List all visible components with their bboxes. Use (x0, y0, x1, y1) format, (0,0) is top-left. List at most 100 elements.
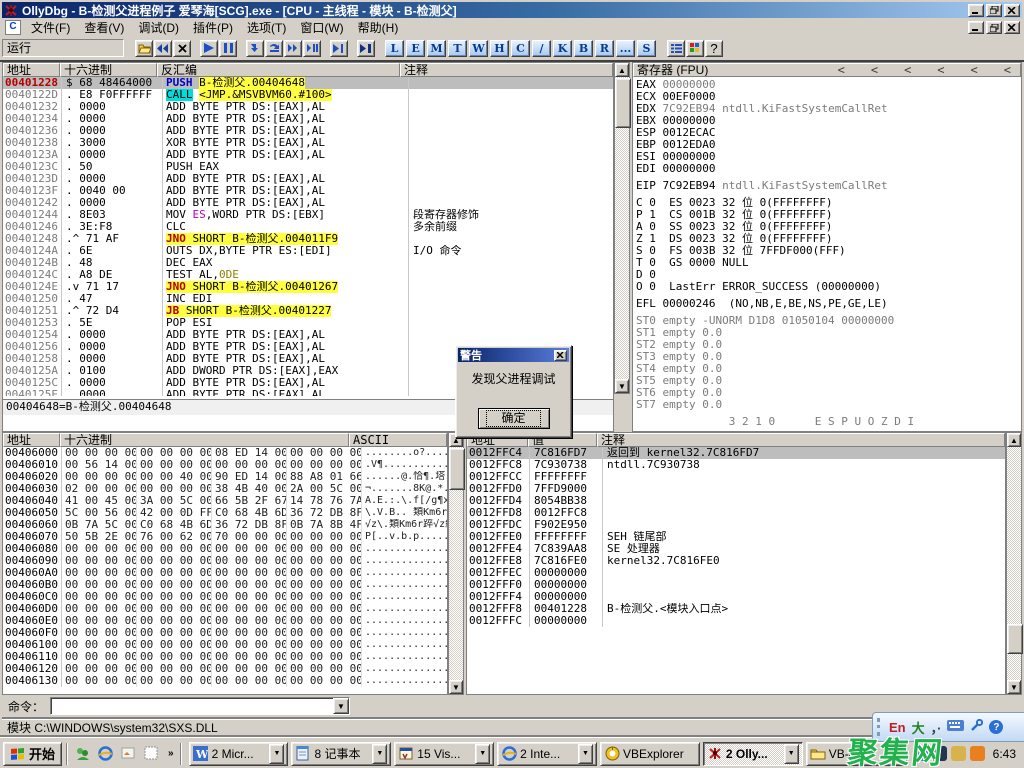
messenger-icon[interactable] (74, 745, 91, 762)
cpu-child-icon[interactable]: C (5, 20, 21, 35)
stack-col-comment[interactable]: 注释 (597, 433, 1005, 447)
disasm-row[interactable]: 00401238. 3000XOR BYTE PTR DS:[EAX],AL (3, 137, 613, 149)
stack-row[interactable]: 0012FFC87C930738ntdll.7C930738 (467, 459, 1005, 471)
taskbar-task-ollydbg-icon[interactable]: 2 Olly...▼ (703, 742, 803, 766)
dump-row[interactable]: 0040607050 5B 2E 0076 00 62 0070 00 00 0… (3, 531, 447, 543)
stack-row[interactable]: 0012FFD80012FFC8 (467, 507, 1005, 519)
disasm-row[interactable]: 0040124E.v 71 17JNO SHORT B-检测父.00401267 (3, 281, 613, 293)
scroll-up-icon[interactable]: ▲ (1007, 433, 1021, 447)
dump-row[interactable]: 0040600000 00 00 0000 00 00 0008 ED 14 0… (3, 447, 447, 459)
menu-item[interactable]: 窗口(W) (293, 20, 350, 36)
disasm-col-asm[interactable]: 反汇编 (157, 63, 400, 77)
stack-row[interactable]: 0012FFF400000000 (467, 591, 1005, 603)
dump-row[interactable]: 004060505C 00 56 0042 00 0D FFC0 68 4B 6… (3, 507, 447, 519)
chevron-down-icon[interactable]: ▼ (333, 698, 349, 714)
stack-row[interactable]: 0012FFE47C839AA8SE 处理器 (467, 543, 1005, 555)
dump-row[interactable]: 0040610000 00 00 0000 00 00 0000 00 00 0… (3, 639, 447, 651)
disasm-row[interactable]: 00401242. 0000ADD BYTE PTR DS:[EAX],AL (3, 197, 613, 209)
animate-into-button[interactable] (284, 40, 302, 57)
open-file-button[interactable] (135, 40, 153, 57)
animate-over-button[interactable] (303, 40, 321, 57)
dump-row[interactable]: 0040612000 00 00 0000 00 00 0000 00 00 0… (3, 663, 447, 675)
stack-row[interactable]: 0012FFD48054BB38 (467, 495, 1005, 507)
window-button-W[interactable]: W (469, 40, 488, 57)
dialog-close-icon[interactable] (554, 350, 567, 361)
window-button-trace[interactable]: ... (616, 40, 635, 57)
dialog-title-bar[interactable]: 警告 (458, 348, 569, 362)
dump-row[interactable]: 0040613000 00 00 0000 00 00 0000 00 00 0… (3, 675, 447, 687)
punctuation-toggle[interactable]: ，· (931, 718, 942, 737)
help-icon[interactable]: ? (989, 720, 1003, 734)
taskbar-task-vbexplorer-icon[interactable]: VBExplorer (600, 742, 700, 766)
disasm-row[interactable]: 0040124A. 6EOUTS DX,BYTE PTR ES:[EDI]I/O… (3, 245, 613, 257)
stack-row[interactable]: 0012FFF000000000 (467, 579, 1005, 591)
dump-scroll-thumb[interactable] (449, 448, 465, 490)
dump-row[interactable]: 0040609000 00 00 0000 00 00 0000 00 00 0… (3, 555, 447, 567)
stack-row[interactable]: 0012FFCCFFFFFFFF (467, 471, 1005, 483)
disasm-scrollbar[interactable]: ▲ ▼ (614, 62, 630, 394)
start-button[interactable]: 开始 (3, 742, 62, 766)
disasm-row[interactable]: 00401236. 0000ADD BYTE PTR DS:[EAX],AL (3, 125, 613, 137)
window-button-H[interactable]: H (490, 40, 509, 57)
quick-launch-item-icon[interactable] (143, 745, 160, 762)
tool-wrench-icon[interactable] (970, 719, 983, 735)
internet-explorer-icon[interactable] (97, 745, 114, 762)
title-bar[interactable]: OllyDbg - B-检测父进程例子 爱琴海[SCG].exe - [CPU … (2, 2, 1022, 18)
disasm-row[interactable]: 00401246. 3E:F8CLC多余前缀 (3, 221, 613, 233)
disasm-col-address[interactable]: 地址 (3, 63, 60, 77)
stack-row[interactable]: 0012FFDCF902E950 (467, 519, 1005, 531)
dump-row[interactable]: 0040601000 56 14 0000 00 00 0000 00 00 0… (3, 459, 447, 471)
window-button-K[interactable]: K (553, 40, 572, 57)
disasm-row[interactable]: 00401228$ 68 48464000PUSH B-检测父.00404648 (3, 77, 613, 89)
dump-col-address[interactable]: 地址 (3, 433, 60, 447)
disasm-row[interactable]: 0040124B. 48DEC EAX (3, 257, 613, 269)
show-desktop-icon[interactable] (120, 745, 137, 762)
disasm-col-hex[interactable]: 十六进制 (60, 63, 157, 77)
restore-button[interactable] (986, 4, 1002, 17)
minimize-button[interactable] (968, 4, 984, 17)
registers-content[interactable]: EAX 00000000ECX 00EF0000EDX 7C92EB94 ntd… (633, 77, 1021, 429)
window-button-S[interactable]: S (637, 40, 656, 57)
stack-row[interactable]: 0012FFC47C816FD7返回到 kernel32.7C816FD7 (467, 447, 1005, 459)
command-combobox[interactable]: ▼ (50, 697, 350, 715)
dump-row[interactable]: 0040603002 00 00 0000 00 00 0038 4B 40 0… (3, 483, 447, 495)
restart-button[interactable] (154, 40, 172, 57)
stack-scrollbar[interactable]: ▲ ▼ (1006, 432, 1022, 695)
disasm-row[interactable]: 0040123F. 0040 00ADD BYTE PTR DS:[EAX],A… (3, 185, 613, 197)
tray-media-icon[interactable] (970, 746, 985, 761)
tray-clipboard-icon[interactable] (951, 746, 966, 761)
taskbar-task-folder-icon[interactable]: VB-检... (806, 742, 906, 766)
menu-item[interactable]: 文件(F) (24, 20, 77, 36)
window-button-R[interactable]: R (595, 40, 614, 57)
chevron-down-icon[interactable]: ▼ (269, 744, 284, 764)
dump-row[interactable]: 004060A000 00 00 0000 00 00 0000 00 00 0… (3, 567, 447, 579)
disasm-row[interactable]: 0040124C. A8 DETEST AL,0DE (3, 269, 613, 281)
menu-item[interactable]: 查看(V) (77, 20, 131, 36)
close-process-button[interactable] (173, 40, 191, 57)
chevron-down-icon[interactable]: ▼ (372, 744, 387, 764)
window-button-T[interactable]: T (448, 40, 467, 57)
dump-row[interactable]: 004060C000 00 00 0000 00 00 0000 00 00 0… (3, 591, 447, 603)
ok-button[interactable]: 确定 (478, 408, 550, 429)
disasm-row[interactable]: 00401253. 5EPOP ESI (3, 317, 613, 329)
disasm-row[interactable]: 0040123C. 50PUSH EAX (3, 161, 613, 173)
soft-keyboard-icon[interactable] (947, 720, 964, 734)
window-button-M[interactable]: M (427, 40, 446, 57)
taskbar-task-word-icon[interactable]: W2 Micr...▼ (189, 742, 289, 766)
stack-row[interactable]: 0012FFEC00000000 (467, 567, 1005, 579)
chevron-down-icon[interactable]: ▼ (784, 744, 799, 764)
disasm-scroll-thumb[interactable] (615, 78, 631, 128)
chevron-down-icon[interactable]: ▼ (475, 744, 490, 764)
disasm-row[interactable]: 00401251.^ 72 D4JB SHORT B-检测父.00401227 (3, 305, 613, 317)
execute-till-user-button[interactable] (357, 40, 375, 57)
stack-row[interactable]: 0012FFFC00000000 (467, 615, 1005, 627)
tray-dialer-icon[interactable] (932, 746, 947, 761)
step-over-button[interactable] (265, 40, 283, 57)
appearance-button[interactable] (686, 40, 704, 57)
window-button-L[interactable]: L (385, 40, 404, 57)
scroll-down-icon[interactable]: ▼ (449, 680, 463, 694)
window-button-B[interactable]: B (574, 40, 593, 57)
taskbar-task-vb-icon[interactable]: 15 Vis...▼ (394, 742, 494, 766)
window-button-C[interactable]: C (511, 40, 530, 57)
dump-row[interactable]: 0040608000 00 00 0000 00 00 0000 00 00 0… (3, 543, 447, 555)
